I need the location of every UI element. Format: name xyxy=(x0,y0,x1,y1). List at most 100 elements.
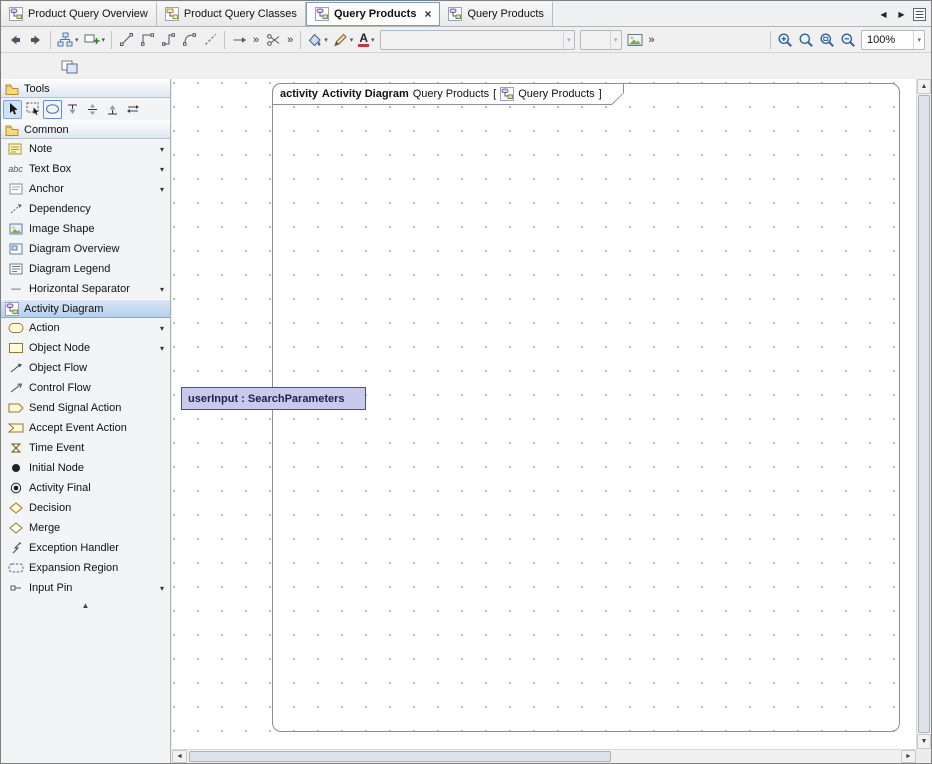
select-tool-icon[interactable] xyxy=(3,100,22,119)
split-connector-button[interactable] xyxy=(263,29,283,51)
palette-item-send-signal-action[interactable]: Send Signal Action xyxy=(1,398,170,418)
zoom-fit-button[interactable] xyxy=(817,29,837,51)
palette-item-decision[interactable]: Decision xyxy=(1,498,170,518)
overflow-chevron-icon[interactable]: » xyxy=(250,34,262,46)
tab-list-icon[interactable] xyxy=(912,6,927,22)
palette-item-action[interactable]: Action ▾ xyxy=(1,318,170,338)
zoom-level-combo[interactable]: 100% ▾ xyxy=(861,30,925,50)
palette-item-expansion-region[interactable]: Expansion Region xyxy=(1,558,170,578)
palette-item-diagram-legend[interactable]: Diagram Legend xyxy=(1,259,170,279)
dependency-icon xyxy=(7,203,24,215)
tab-query-products-active[interactable]: Query Products × xyxy=(306,2,441,26)
overflow-chevron-icon[interactable]: » xyxy=(646,34,658,46)
overflow-chevron-icon[interactable]: » xyxy=(284,34,296,46)
align-bottom-icon[interactable] xyxy=(103,100,122,119)
object-node-userinput[interactable]: userInput : SearchParameters xyxy=(181,387,366,410)
fill-color-button[interactable]: ▾ xyxy=(305,29,330,51)
palette-item-merge[interactable]: Merge xyxy=(1,518,170,538)
zoom-original-button[interactable] xyxy=(796,29,816,51)
scroll-left-icon[interactable]: ◄ xyxy=(172,750,187,763)
palette-item-text-box[interactable]: abc Text Box ▾ xyxy=(1,159,170,179)
line-color-button[interactable]: ▾ xyxy=(331,29,356,51)
oblique-path-button[interactable] xyxy=(116,29,136,51)
palette-item-label: Control Flow xyxy=(29,382,166,394)
back-button[interactable] xyxy=(5,29,25,51)
zoom-in-button[interactable] xyxy=(775,29,795,51)
font-color-button[interactable]: A ▾ xyxy=(356,29,376,51)
frame-header[interactable]: activity Activity Diagram Query Products… xyxy=(272,83,624,105)
zoom-out-button[interactable] xyxy=(838,29,858,51)
diagram-canvas[interactable]: activity Activity Diagram Query Products… xyxy=(172,79,916,749)
insert-image-button[interactable] xyxy=(625,29,645,51)
tab-product-query-overview[interactable]: Product Query Overview xyxy=(1,2,157,26)
add-element-button[interactable]: ▾ xyxy=(82,29,108,51)
palette-item-exception-handler[interactable]: Exception Handler xyxy=(1,538,170,558)
palette-header-common[interactable]: Common xyxy=(1,120,170,139)
layout-hierarchy-button[interactable]: ▾ xyxy=(55,29,81,51)
palette-item-control-flow[interactable]: Control Flow xyxy=(1,378,170,398)
scroll-right-icon[interactable]: ► xyxy=(901,750,916,763)
palette-header-tools[interactable]: Tools xyxy=(1,79,170,98)
palette-scroll-up[interactable]: ▲ xyxy=(1,598,170,612)
palette-item-accept-event-action[interactable]: Accept Event Action xyxy=(1,418,170,438)
close-icon[interactable]: × xyxy=(424,8,431,20)
curved-path-button[interactable] xyxy=(179,29,199,51)
vertical-scroll-thumb[interactable] xyxy=(918,95,930,733)
tab-query-products[interactable]: Query Products xyxy=(440,2,552,26)
connector-end-button[interactable] xyxy=(229,29,249,51)
chevron-down-icon: ▾ xyxy=(371,36,375,44)
chevron-down-icon[interactable]: ▾ xyxy=(563,31,574,49)
frame-diagram-type: Activity Diagram xyxy=(322,88,409,100)
chevron-down-icon[interactable]: ▾ xyxy=(913,31,924,49)
palette-item-horizontal-separator[interactable]: ---- Horizontal Separator ▾ xyxy=(1,279,170,299)
palette-item-time-event[interactable]: Time Event xyxy=(1,438,170,458)
palette-item-input-pin[interactable]: Input Pin ▾ xyxy=(1,578,170,598)
chevron-down-icon[interactable]: ▾ xyxy=(160,344,166,353)
align-top-icon[interactable] xyxy=(63,100,82,119)
palette-item-diagram-overview[interactable]: Diagram Overview xyxy=(1,239,170,259)
chevron-down-icon[interactable]: ▾ xyxy=(160,324,166,333)
tab-product-query-classes[interactable]: Product Query Classes xyxy=(157,2,306,26)
horizontal-scrollbar[interactable]: ◄ ► xyxy=(172,749,916,763)
palette-item-activity-final[interactable]: Activity Final xyxy=(1,478,170,498)
dashed-path-button[interactable] xyxy=(200,29,220,51)
previous-tab-icon[interactable]: ◀ xyxy=(876,6,891,22)
next-tab-icon[interactable]: ▶ xyxy=(894,6,909,22)
palette-header-activity-diagram[interactable]: Activity Diagram xyxy=(1,299,170,318)
rectilinear-path-button[interactable] xyxy=(137,29,157,51)
diagram-tab-icon xyxy=(165,7,179,21)
palette-item-dependency[interactable]: Dependency xyxy=(1,199,170,219)
scroll-up-icon[interactable]: ▲ xyxy=(917,79,931,94)
swap-direction-icon[interactable] xyxy=(123,100,142,119)
chevron-down-icon[interactable]: ▾ xyxy=(160,285,166,294)
chevron-down-icon[interactable]: ▾ xyxy=(610,31,621,49)
vertical-scrollbar[interactable]: ▲ ▼ xyxy=(916,79,931,749)
chevron-down-icon[interactable]: ▾ xyxy=(160,584,166,593)
shape-creation-tool-icon[interactable] xyxy=(43,100,62,119)
chevron-down-icon[interactable]: ▾ xyxy=(160,165,166,174)
palette-item-object-flow[interactable]: Object Flow xyxy=(1,358,170,378)
control-flow-icon xyxy=(7,382,24,394)
palette-item-object-node[interactable]: Object Node ▾ xyxy=(1,338,170,358)
diagram-toolbar-strip xyxy=(1,53,931,79)
font-size-combo[interactable]: ▾ xyxy=(580,30,622,50)
chevron-down-icon[interactable]: ▾ xyxy=(160,145,166,154)
diagram-overview-toolbar-button[interactable] xyxy=(59,55,81,77)
palette-item-initial-node[interactable]: Initial Node xyxy=(1,458,170,478)
bent-path-button[interactable] xyxy=(158,29,178,51)
marquee-select-tool-icon[interactable] xyxy=(23,100,42,119)
frame-reference-name: Query Products xyxy=(518,88,594,100)
scroll-down-icon[interactable]: ▼ xyxy=(917,734,931,749)
activity-diagram-frame[interactable]: activity Activity Diagram Query Products… xyxy=(272,83,900,732)
palette-item-anchor[interactable]: Anchor ▾ xyxy=(1,179,170,199)
chevron-down-icon[interactable]: ▾ xyxy=(160,185,166,194)
object-node-icon xyxy=(7,342,24,354)
toolbar-separator xyxy=(300,31,301,49)
palette-item-image-shape[interactable]: Image Shape xyxy=(1,219,170,239)
horizontal-scroll-thumb[interactable] xyxy=(189,751,611,762)
font-family-combo[interactable]: ▾ xyxy=(380,30,575,50)
align-middle-icon[interactable] xyxy=(83,100,102,119)
forward-button[interactable] xyxy=(26,29,46,51)
palette-item-note[interactable]: Note ▾ xyxy=(1,139,170,159)
horizontal-scroll-track[interactable] xyxy=(187,750,901,763)
